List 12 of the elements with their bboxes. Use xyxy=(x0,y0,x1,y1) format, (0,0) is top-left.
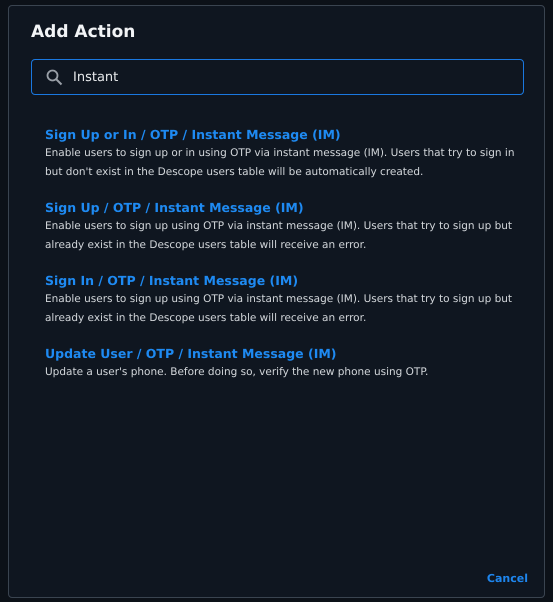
action-description: Enable users to sign up or in using OTP via instant message (IM). Users that try to sign in but don't exist in the Descope users table will be automatically created. xyxy=(45,146,516,180)
action-description: Update a user's phone. Before doing so, verify the new phone using OTP. xyxy=(45,365,430,380)
action-description: Enable users to sign up using OTP via instant message (IM). Users that try to sign up but already exist in the Descope users table will receive an error. xyxy=(45,219,514,253)
action-description: Enable users to sign up using OTP via instant message (IM). Users that try to sign up but already exist in the Descope users table will receive an error. xyxy=(45,292,514,326)
search-field[interactable]: Instant xyxy=(31,59,524,95)
action-link[interactable]: Update User / OTP / Instant Message (IM) xyxy=(45,344,337,363)
cancel-button[interactable]: Cancel xyxy=(486,570,528,587)
action-link[interactable]: Sign Up / OTP / Instant Message (IM) xyxy=(45,198,304,217)
action-link[interactable]: Sign Up or In / OTP / Instant Message (IM) xyxy=(45,125,341,144)
search-icon xyxy=(46,69,63,86)
dialog-title: Add Action xyxy=(31,22,136,44)
action-link[interactable]: Sign In / OTP / Instant Message (IM) xyxy=(45,271,298,290)
